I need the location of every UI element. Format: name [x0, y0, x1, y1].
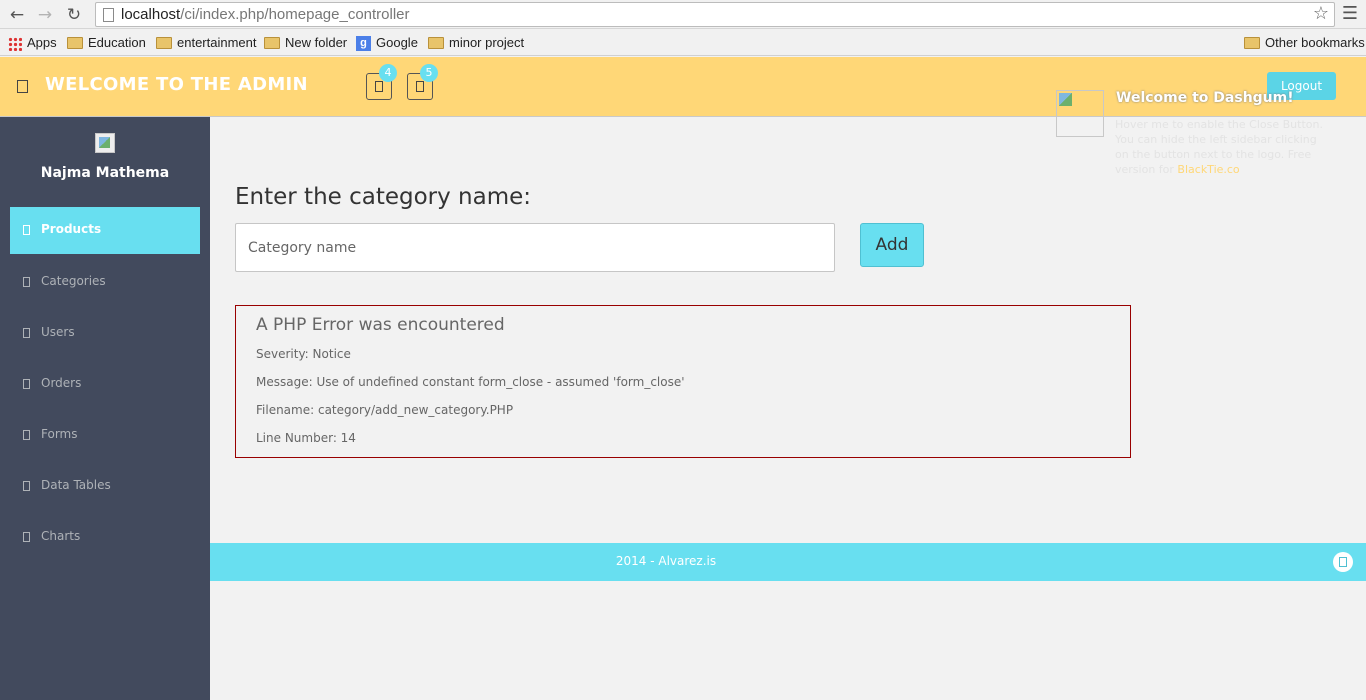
browser-menu-icon[interactable]: ☰ — [1340, 4, 1360, 24]
forms-icon — [23, 430, 30, 440]
categories-icon — [23, 277, 30, 287]
folder-icon — [156, 36, 172, 49]
notification-badge: 4 — [379, 64, 397, 82]
footer: 2014 - Alvarez.is — [210, 543, 1366, 581]
bookmark-other[interactable]: Other bookmarks — [1244, 33, 1365, 52]
error-line-number: Line Number: 14 — [256, 431, 356, 445]
envelope-icon — [416, 81, 424, 92]
add-button[interactable]: Add — [860, 223, 924, 267]
bookmark-entertainment[interactable]: entertainment — [156, 33, 257, 52]
sidebar-item-categories[interactable]: Categories — [10, 259, 200, 306]
folder-icon — [1244, 36, 1260, 49]
charts-icon — [23, 532, 30, 542]
browser-toolbar: ← → ↻ localhost/ci/index.php/homepage_co… — [0, 0, 1366, 29]
welcome-image — [1056, 90, 1104, 137]
go-top-icon[interactable] — [1333, 552, 1353, 572]
sidebar-item-label: Data Tables — [41, 478, 111, 492]
error-message: Message: Use of undefined constant form_… — [256, 375, 685, 389]
sidebar-item-label: Forms — [41, 427, 78, 441]
products-icon — [23, 225, 30, 235]
avatar[interactable] — [95, 133, 115, 153]
bookmark-new-folder[interactable]: New folder — [264, 33, 347, 52]
bookmark-google[interactable]: g Google — [356, 33, 418, 52]
bookmark-apps[interactable]: Apps — [8, 33, 57, 52]
error-severity: Severity: Notice — [256, 347, 351, 361]
bookmark-star-icon[interactable]: ☆ — [1313, 3, 1329, 25]
folder-icon — [264, 36, 280, 49]
sidebar-item-data-tables[interactable]: Data Tables — [10, 463, 200, 510]
folder-icon — [67, 36, 83, 49]
footer-text: 2014 - Alvarez.is — [615, 554, 717, 568]
category-name-input[interactable] — [235, 223, 835, 272]
page-icon — [103, 8, 114, 22]
sidebar-item-charts[interactable]: Charts — [10, 514, 200, 561]
back-arrow-icon[interactable]: ← — [6, 4, 28, 26]
bookmark-education[interactable]: Education — [67, 33, 146, 52]
sidebar-item-orders[interactable]: Orders — [10, 361, 200, 408]
tasks-notification-button[interactable]: 4 — [366, 64, 397, 100]
reload-icon[interactable]: ↻ — [63, 4, 85, 26]
url-host: localhost — [121, 6, 181, 23]
sidebar-item-label: Orders — [41, 376, 82, 390]
sidebar-item-forms[interactable]: Forms — [10, 412, 200, 459]
users-icon — [23, 328, 30, 338]
bookmarks-bar: Apps Education entertainment New folder … — [0, 29, 1366, 56]
welcome-title: Welcome to Dashgum! — [1116, 90, 1294, 106]
sidebar-item-products[interactable]: Products — [10, 207, 200, 254]
folder-icon — [428, 36, 444, 49]
google-logo-icon: g — [356, 36, 371, 52]
sidebar-item-label: Categories — [41, 274, 106, 288]
page-title: Enter the category name: — [235, 184, 532, 210]
user-name: Najma Mathema — [40, 165, 170, 181]
error-filename: Filename: category/add_new_category.PHP — [256, 403, 514, 417]
admin-header: WELCOME TO THE ADMIN 4 5 Logout — [0, 57, 1366, 117]
apps-grid-icon — [8, 36, 22, 51]
sidebar-item-users[interactable]: Users — [10, 310, 200, 357]
data-tables-icon — [23, 481, 30, 491]
sidebar-item-label: Charts — [41, 529, 81, 543]
sidebar-item-label: Products — [41, 222, 102, 236]
php-error-box: A PHP Error was encountered Severity: No… — [235, 305, 1131, 458]
error-title: A PHP Error was encountered — [256, 315, 505, 335]
forward-arrow-icon[interactable]: → — [34, 4, 56, 26]
url-path: /ci/index.php/homepage_controller — [180, 6, 410, 23]
messages-notification-button[interactable]: 5 — [407, 64, 438, 100]
tasks-icon — [375, 81, 383, 92]
welcome-text: Hover me to enable the Close Button. You… — [1115, 117, 1330, 177]
blacktie-link[interactable]: BlackTie.co — [1177, 163, 1239, 176]
sidebar: Najma Mathema Products Categories Users … — [0, 117, 210, 700]
notification-badge: 5 — [420, 64, 438, 82]
admin-title[interactable]: WELCOME TO THE ADMIN — [45, 74, 308, 95]
orders-icon — [23, 379, 30, 389]
sidebar-toggle-icon[interactable] — [17, 80, 28, 93]
url-text[interactable]: localhost/ci/index.php/homepage_controll… — [121, 6, 410, 23]
sidebar-item-label: Users — [41, 325, 75, 339]
bookmark-minor-project[interactable]: minor project — [428, 33, 524, 52]
address-bar[interactable]: localhost/ci/index.php/homepage_controll… — [95, 2, 1335, 27]
